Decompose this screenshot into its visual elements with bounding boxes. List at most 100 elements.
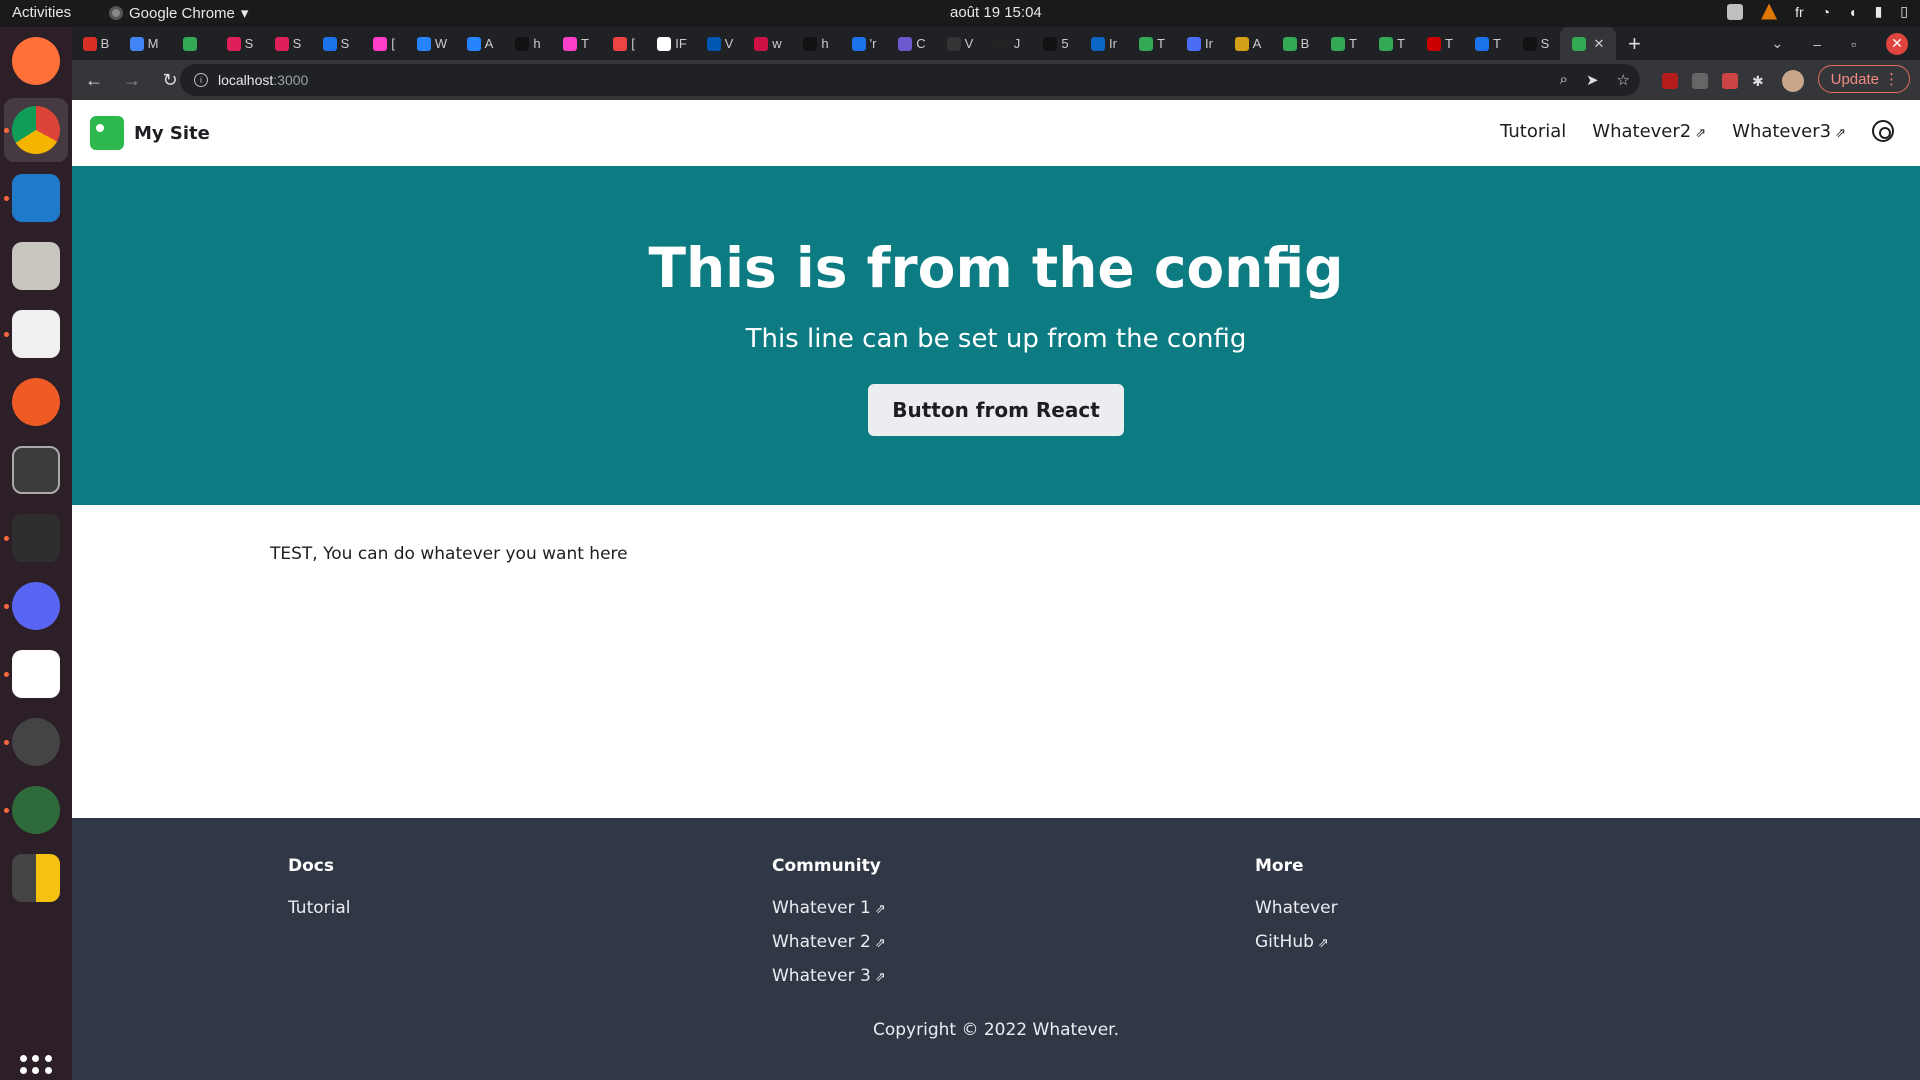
forward-icon[interactable]: → [116,64,148,96]
files-icon[interactable] [12,242,60,290]
browser-tab[interactable]: B [72,27,120,60]
postman-icon[interactable] [12,378,60,426]
browser-tab[interactable]: S [312,27,360,60]
browser-tab[interactable] [168,27,216,60]
browser-tab[interactable]: B [1272,27,1320,60]
footer-link-whatever1[interactable]: Whatever 1 ⇗ [772,898,886,918]
terminal-icon[interactable] [12,514,60,562]
browser-tab[interactable]: [ [600,27,648,60]
main-content-text: TEST, You can do whatever you want here [270,544,628,564]
rocket-icon[interactable] [12,786,60,834]
footer-link-whatever2[interactable]: Whatever 2 ⇗ [772,932,886,952]
tab-favicon-icon [1571,36,1586,51]
language-indicator[interactable]: fr [1795,4,1804,20]
hero-button[interactable]: Button from React [868,384,1124,436]
browser-tab[interactable]: C [888,27,936,60]
chrome-dock-icon[interactable] [12,106,60,154]
window-controls: ⌄ – ▫ ✕ [1772,27,1908,60]
clock[interactable]: août 19 15:04 [950,4,1042,21]
site-info-icon[interactable]: i [194,73,208,87]
browser-tab[interactable]: 'r [840,27,888,60]
browser-tab[interactable]: A [1224,27,1272,60]
browser-tab[interactable]: IF [648,27,696,60]
browser-tab[interactable]: A [456,27,504,60]
browser-tab[interactable]: T [552,27,600,60]
send-icon[interactable]: ➤ [1586,71,1599,89]
app-menu[interactable]: Google Chrome ▾ [109,4,248,22]
browser-tab[interactable]: T [1416,27,1464,60]
show-apps-icon[interactable] [20,1055,52,1080]
tab-favicon-icon [183,36,197,51]
tab-favicon-icon [613,36,628,51]
kebab-menu-icon[interactable]: ⋮ [1884,70,1899,88]
footer-link-whatever[interactable]: Whatever [1255,898,1338,918]
restore-icon[interactable]: ▫ [1851,36,1856,52]
footer-col-title: Docs [288,856,334,876]
back-icon[interactable]: ← [78,64,110,96]
footer-col-docs: Docs Tutorial [288,856,351,932]
text-editor-icon[interactable] [12,310,60,358]
activities-button[interactable]: Activities [12,4,71,21]
theme-toggle-sun-icon[interactable] [1872,120,1894,142]
firefox-icon[interactable] [12,37,60,85]
browser-tab[interactable]: ✕ [1560,27,1616,60]
close-tab-icon[interactable]: ✕ [1594,36,1605,52]
browser-tab[interactable]: h [792,27,840,60]
vscode-icon[interactable] [12,174,60,222]
tab-title: T [1349,36,1357,51]
tab-search-icon[interactable]: ⌄ [1772,35,1784,52]
site-navbar: My Site Tutorial Whatever2 ⇗ Whatever3 ⇗ [72,100,1920,166]
browser-tab[interactable]: w [744,27,792,60]
gimp-icon[interactable] [12,650,60,698]
tab-title: h [533,36,541,51]
browser-tab[interactable]: Ir [1080,27,1128,60]
browser-tab[interactable]: T [1368,27,1416,60]
bookmark-star-icon[interactable]: ☆ [1617,71,1630,89]
close-window-icon[interactable]: ✕ [1886,32,1908,55]
browser-tab[interactable]: h [504,27,552,60]
tab-title: A [1252,36,1262,51]
browser-tab[interactable]: S [264,27,312,60]
browser-tab[interactable]: S [216,27,264,60]
browser-tab[interactable]: M [120,27,168,60]
vlc-tray-icon[interactable] [1761,3,1778,20]
browser-tab[interactable]: T [1464,27,1512,60]
brand-link[interactable]: My Site [90,116,210,150]
zoom-icon[interactable]: ⌕ [1560,71,1568,89]
browser-tab[interactable]: T [1128,27,1176,60]
browser-tab[interactable]: W [408,27,456,60]
footer-link-whatever3[interactable]: Whatever 3 ⇗ [772,966,886,986]
tab-title: T [581,36,589,51]
update-button[interactable]: Update ⋮ [1817,65,1910,93]
nav-link-tutorial[interactable]: Tutorial [1500,121,1566,142]
dock [0,27,72,1080]
new-tab-icon[interactable]: + [1628,31,1641,57]
browser-tab[interactable]: V [696,27,744,60]
address-bar[interactable]: i localhost :3000 ⌕ ➤ ☆ [180,64,1640,96]
nav-link-whatever3[interactable]: Whatever3 ⇗ [1732,121,1846,142]
tab-favicon-icon [226,36,241,51]
extension-icon[interactable] [1722,73,1738,89]
system-tray[interactable]: fr ◔ ◖ ▮ ▯ [1727,3,1908,20]
profile-avatar[interactable] [1782,70,1804,92]
browser-tab[interactable]: Ir [1176,27,1224,60]
calculator-icon[interactable] [12,854,60,902]
browser-tab[interactable]: S [1512,27,1560,60]
browser-tab[interactable]: 5 [1032,27,1080,60]
footer-link-tutorial[interactable]: Tutorial [288,898,351,918]
discord-icon[interactable] [12,582,60,630]
ublock-icon[interactable] [1662,73,1678,89]
texmaker-icon[interactable] [12,446,60,494]
footer-link-github[interactable]: GitHub ⇗ [1255,932,1338,952]
browser-tab[interactable]: [ [360,27,408,60]
browser-tab[interactable]: J [984,27,1032,60]
discord-tray-icon[interactable] [1727,3,1744,20]
browser-tab[interactable]: V [936,27,984,60]
nav-link-whatever2[interactable]: Whatever2 ⇗ [1592,121,1706,142]
tab-favicon-icon [416,36,431,51]
puzzle-icon[interactable]: ✱ [1752,73,1768,89]
extension-icon[interactable] [1692,73,1708,89]
browser-tab[interactable]: T [1320,27,1368,60]
app-icon[interactable] [12,718,60,766]
minimize-icon[interactable]: – [1813,36,1821,52]
